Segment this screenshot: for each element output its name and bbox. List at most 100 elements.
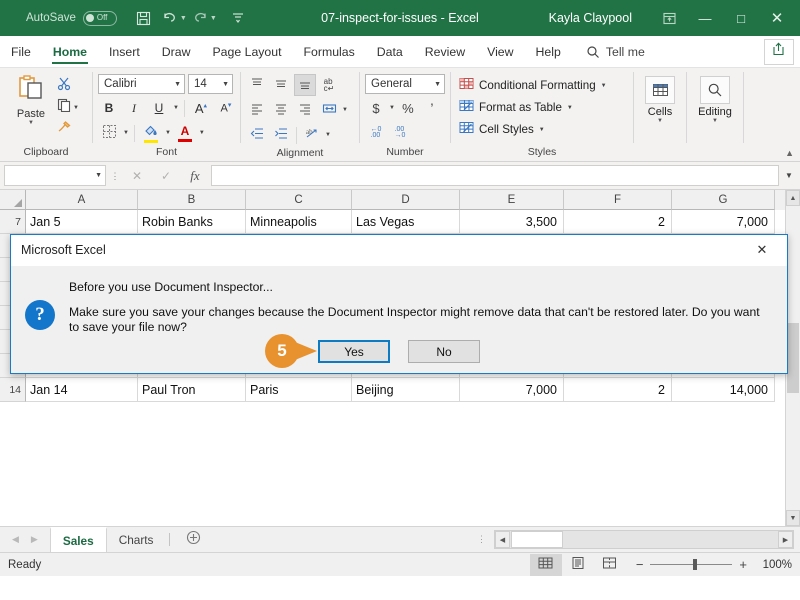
italic-button[interactable]: I [123,97,145,119]
underline-dropdown-caret-icon[interactable]: ▼ [173,105,179,111]
chevron-down-icon[interactable]: ▼ [95,172,102,179]
undo-dropdown-caret-icon[interactable]: ▼ [180,15,187,22]
paste-button[interactable]: Paste ▼ [5,72,57,126]
comma-style-button[interactable]: ’ [421,97,443,119]
grid-cell[interactable]: Jan 14 [26,378,138,402]
increase-indent-button[interactable] [270,124,292,146]
ribbon-display-options-icon[interactable] [652,3,686,33]
increase-font-size-button[interactable]: A▴ [190,97,212,119]
scroll-up-arrow-icon[interactable]: ▲ [786,190,800,206]
editing-button[interactable]: Editing ▼ [692,72,738,125]
number-format-combo[interactable]: General ▼ [365,74,445,94]
copy-dropdown-caret-icon[interactable]: ▼ [73,105,79,111]
column-header-g[interactable]: G [672,190,775,210]
align-center-button[interactable] [270,99,292,121]
close-button[interactable]: ✕ [760,3,794,33]
scroll-track-bottom[interactable] [786,394,800,510]
cut-button[interactable] [57,75,79,96]
tab-view[interactable]: View [476,36,524,67]
tab-help[interactable]: Help [525,36,572,67]
page-layout-view-button[interactable] [562,554,594,576]
wrap-text-button[interactable]: ab c↵ [318,74,340,96]
align-bottom-button[interactable] [294,74,316,96]
font-color-button[interactable]: A [174,122,196,144]
editing-dropdown-caret-icon[interactable]: ▼ [712,118,718,125]
grid-cell[interactable]: Paris [246,378,352,402]
tab-review[interactable]: Review [414,36,476,67]
dialog-close-button[interactable]: ✕ [747,237,777,263]
select-all-corner[interactable] [0,190,26,210]
zoom-control[interactable]: − + 100% [636,557,792,572]
underline-button[interactable]: U [148,97,170,119]
cells-button[interactable]: Cells ▼ [639,72,681,125]
grid-cell[interactable]: 7,000 [672,210,775,234]
borders-dropdown-caret-icon[interactable]: ▼ [123,130,129,136]
grid-cell[interactable]: 2 [564,378,672,402]
decrease-font-size-button[interactable]: A▾ [215,97,237,119]
formula-bar-handle[interactable]: ⋮ [109,171,121,180]
sheet-nav-arrows[interactable]: ◀ ▶ [0,527,50,552]
zoom-out-button[interactable]: − [636,557,644,572]
autosave-toggle[interactable]: Off [82,10,117,26]
grid-cell[interactable]: Las Vegas [352,210,460,234]
copy-button[interactable]: ▼ [57,97,79,118]
accounting-format-button[interactable]: $ [365,97,387,119]
conditional-formatting-button[interactable]: Conditional Formatting ▼ [456,75,610,96]
dialog-no-button[interactable]: No [408,340,480,364]
column-header-f[interactable]: F [564,190,672,210]
horizontal-scrollbar[interactable]: ◀ ▶ [494,530,794,549]
page-break-preview-button[interactable] [594,554,626,576]
normal-view-button[interactable] [529,553,562,576]
formula-input[interactable] [211,165,779,186]
font-size-combo[interactable]: 14 ▼ [188,74,233,94]
sheet-resize-handle[interactable]: ⋮ [469,527,494,552]
column-header-a[interactable]: A [26,190,138,210]
merge-and-center-button[interactable] [318,99,340,121]
align-middle-button[interactable] [270,74,292,96]
zoom-in-button[interactable]: + [739,557,747,572]
tab-home[interactable]: Home [42,36,98,67]
horizontal-scroll-track[interactable] [563,531,778,548]
collapse-ribbon-icon[interactable]: ▲ [785,148,794,158]
fill-color-button[interactable] [140,122,162,144]
maximize-button[interactable]: □ [724,3,758,33]
align-right-button[interactable] [294,99,316,121]
zoom-slider[interactable] [650,559,733,570]
tell-me-search[interactable]: Tell me [572,36,645,67]
horizontal-scroll-thumb[interactable] [511,531,563,548]
user-name[interactable]: Kayla Claypool [549,11,632,25]
text-orientation-button[interactable]: ab [301,124,323,146]
tab-page-layout[interactable]: Page Layout [201,36,292,67]
fill-color-dropdown-caret-icon[interactable]: ▼ [165,130,171,136]
format-painter-button[interactable] [57,119,79,140]
name-box[interactable]: ▼ [4,165,106,186]
percent-style-button[interactable]: % [397,97,419,119]
share-button[interactable] [764,38,794,65]
tab-file[interactable]: File [0,36,42,67]
decrease-decimal-button[interactable]: .00 →0 [389,122,411,144]
next-sheet-icon[interactable]: ▶ [31,534,38,545]
redo-dropdown-caret-icon[interactable]: ▼ [210,15,217,22]
minimize-button[interactable]: — [688,3,722,33]
previous-sheet-icon[interactable]: ◀ [12,534,19,545]
grid-cell[interactable]: Jan 5 [26,210,138,234]
paste-dropdown-caret-icon[interactable]: ▼ [28,120,34,126]
zoom-level-label[interactable]: 100% [754,559,792,571]
tab-draw[interactable]: Draw [151,36,202,67]
save-icon[interactable] [131,5,157,31]
dialog-yes-button[interactable]: Yes [318,340,390,364]
column-header-d[interactable]: D [352,190,460,210]
merge-dropdown-caret-icon[interactable]: ▼ [342,107,348,113]
decrease-indent-button[interactable] [246,124,268,146]
column-header-b[interactable]: B [138,190,246,210]
tab-formulas[interactable]: Formulas [293,36,366,67]
orientation-dropdown-caret-icon[interactable]: ▼ [325,132,331,138]
chevron-down-icon[interactable]: ▼ [170,81,181,88]
enter-icon[interactable]: ✓ [153,165,179,186]
column-header-e[interactable]: E [460,190,564,210]
cell-styles-caret-icon[interactable]: ▼ [539,127,545,133]
grid-cell[interactable]: Robin Banks [138,210,246,234]
expand-formula-bar-icon[interactable]: ▼ [782,171,796,180]
grid-cell[interactable]: Beijing [352,378,460,402]
scroll-down-arrow-icon[interactable]: ▼ [786,510,800,526]
